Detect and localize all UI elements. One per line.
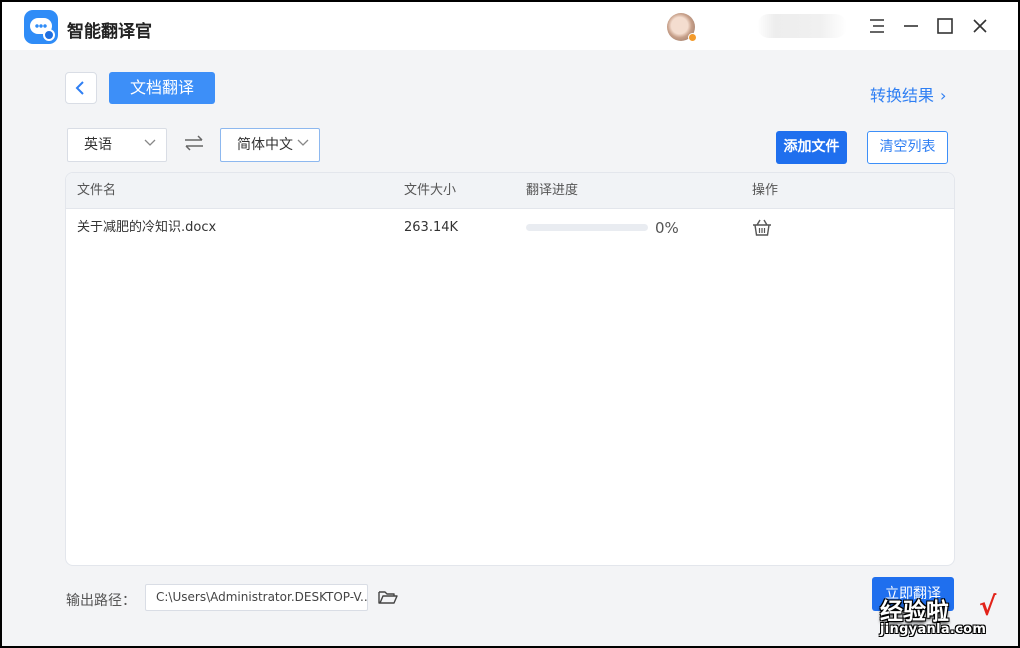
header-file-name: 文件名 [77, 183, 117, 198]
tab-document-translate[interactable]: 文档翻译 [109, 72, 215, 104]
app-title: 智能翻译官 [67, 22, 152, 42]
file-name: 关于减肥的冷知识.docx [77, 220, 217, 235]
output-path-field[interactable]: C:\Users\Administrator.DESKTOP-V... [145, 584, 368, 611]
chevron-down-icon [144, 139, 156, 146]
title-bar: 智能翻译官 [2, 2, 1018, 50]
header-progress: 翻译进度 [526, 183, 579, 198]
app-window: 智能翻译官 文档翻译 转换结果 › 英语 简体中文 添加文件 清空列表 文件名 … [2, 2, 1018, 646]
source-language-select[interactable]: 英语 [67, 128, 167, 162]
maximize-icon[interactable] [935, 16, 955, 36]
watermark-check: √ [979, 592, 997, 622]
header-file-size: 文件大小 [404, 183, 457, 198]
conversion-results-link[interactable]: 转换结果 › [870, 82, 946, 106]
swap-languages-icon[interactable] [183, 135, 205, 151]
target-language-value: 简体中文 [237, 137, 293, 153]
avatar-badge-icon [688, 33, 697, 42]
target-language-select[interactable]: 简体中文 [220, 128, 320, 162]
table-header: 文件名 文件大小 翻译进度 操作 [66, 173, 954, 209]
chevron-left-icon [75, 81, 84, 95]
clear-list-button[interactable]: 清空列表 [867, 131, 948, 164]
table-row: 关于减肥的冷知识.docx 263.14K 0% [66, 210, 954, 246]
source-language-value: 英语 [84, 137, 112, 153]
header-action: 操作 [752, 183, 779, 198]
add-file-button[interactable]: 添加文件 [776, 131, 847, 164]
chevron-down-icon [297, 139, 309, 146]
output-path-label: 输出路径： [66, 593, 136, 609]
chevron-right-icon: › [940, 86, 947, 105]
delete-basket-icon[interactable] [752, 219, 772, 237]
progress-percent: 0% [655, 219, 679, 237]
user-avatar[interactable] [667, 13, 697, 42]
open-folder-icon[interactable] [378, 589, 398, 605]
file-list-table: 文件名 文件大小 翻译进度 操作 关于减肥的冷知识.docx 263.14K 0… [65, 172, 955, 566]
watermark-text: 经验啦 [880, 598, 949, 625]
watermark: 经验啦 √ jingyanla.com [880, 592, 1012, 646]
watermark-url: jingyanla.com [880, 622, 987, 637]
user-name-redacted [757, 14, 847, 38]
conversion-results-label: 转换结果 [870, 86, 935, 105]
file-size: 263.14K [404, 220, 459, 235]
close-icon[interactable] [970, 16, 990, 36]
menu-icon[interactable] [867, 16, 887, 36]
progress-bar [526, 224, 648, 231]
minimize-icon[interactable] [901, 16, 921, 36]
app-logo-icon [24, 10, 58, 44]
back-button[interactable] [65, 72, 97, 104]
